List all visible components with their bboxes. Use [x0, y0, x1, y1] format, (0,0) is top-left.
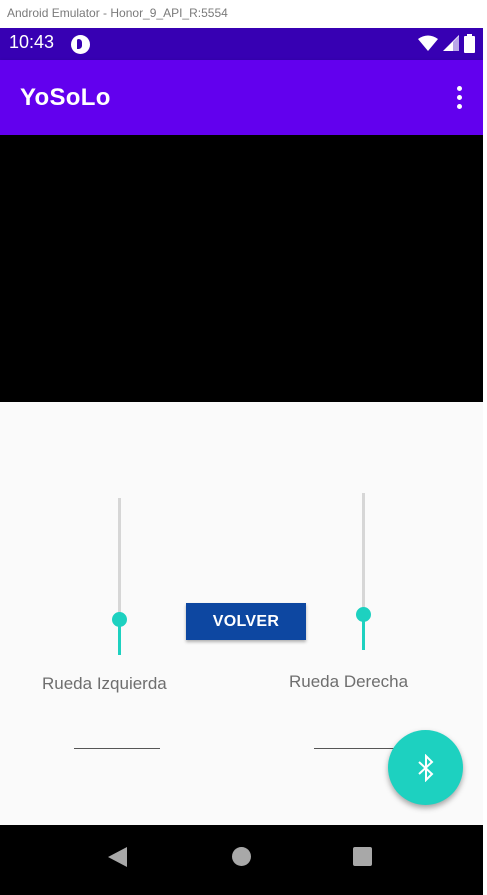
status-bar: 10:43 [0, 28, 483, 60]
phone-screen: 10:43 YoSoLo Rueda Izquierda VOLVER Rued… [0, 28, 483, 895]
status-time: 10:43 [9, 32, 55, 52]
app-notification-icon [71, 35, 90, 54]
signal-icon [443, 35, 459, 51]
slider-thumb[interactable] [112, 612, 127, 628]
camera-video-view [0, 135, 483, 402]
left-wheel-label: Rueda Izquierda [42, 674, 167, 693]
emulator-window-title: Android Emulator - Honor_9_API_R:5554 [0, 0, 487, 28]
slider-thumb[interactable] [356, 607, 371, 623]
right-wheel-slider[interactable] [349, 493, 379, 650]
left-wheel-slider[interactable] [105, 498, 135, 655]
slider-track [118, 498, 121, 620]
battery-icon [464, 34, 475, 53]
app-title: YoSoLo [20, 84, 111, 111]
volver-button[interactable]: VOLVER [186, 603, 306, 640]
back-icon[interactable] [108, 847, 127, 867]
app-bar: YoSoLo [0, 60, 483, 135]
navigation-bar [0, 825, 483, 895]
bluetooth-icon [417, 753, 433, 782]
home-icon[interactable] [232, 847, 251, 866]
right-wheel-label: Rueda Derecha [289, 672, 409, 691]
recents-icon[interactable] [353, 847, 372, 866]
wifi-icon [418, 35, 438, 51]
slider-track [362, 493, 365, 615]
right-text-input[interactable] [314, 748, 400, 749]
left-text-input[interactable] [74, 748, 160, 749]
more-vert-icon[interactable] [455, 86, 465, 110]
status-icons [418, 34, 475, 53]
bluetooth-fab[interactable] [388, 730, 463, 805]
